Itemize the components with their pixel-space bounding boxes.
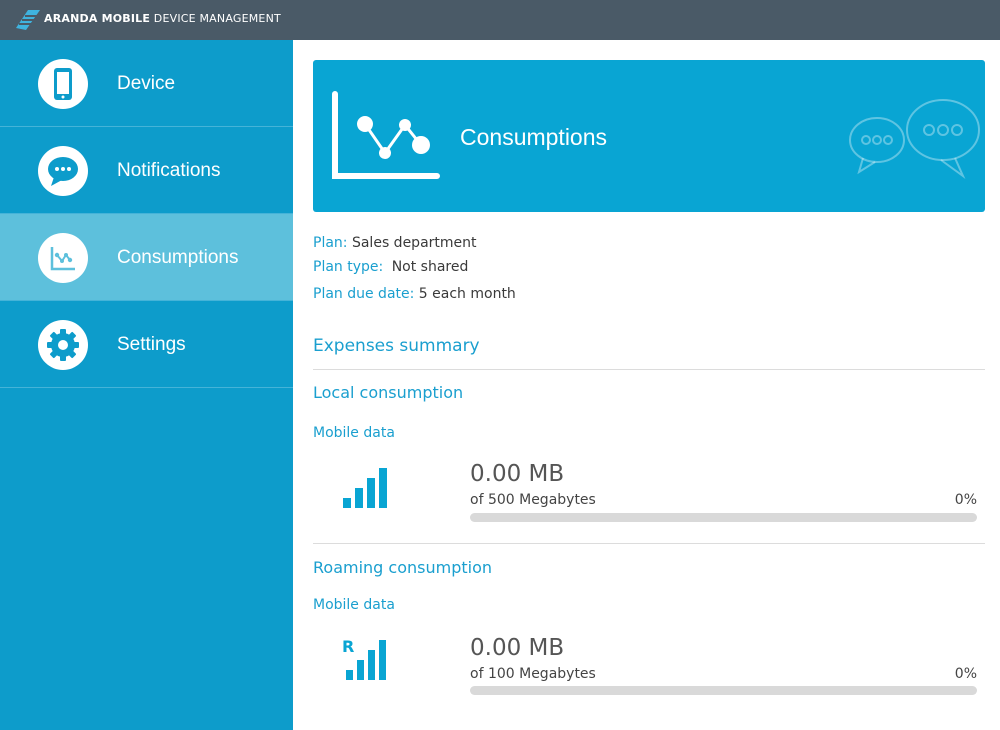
- sidebar-item-label: Notifications: [117, 160, 221, 181]
- top-bar: ARANDA MOBILE DEVICE MANAGEMENT: [0, 0, 1000, 40]
- plan-type-label: Plan type:: [313, 259, 384, 275]
- roaming-mobile-data-label: Mobile data: [313, 597, 395, 613]
- sidebar: Device Notifications Consumptions Settin…: [0, 40, 293, 730]
- roaming-signal-icon: R: [342, 637, 386, 680]
- page-banner: Consumptions: [313, 60, 985, 212]
- line-chart-icon: [50, 247, 75, 271]
- line-chart-icon: [332, 91, 440, 179]
- local-usage-value: 0.00 MB: [470, 461, 565, 487]
- sidebar-item-label: Settings: [117, 334, 186, 355]
- aranda-logo-icon: [16, 10, 40, 30]
- plan-due-date: Plan due date: 5 each month: [313, 286, 516, 302]
- plan-type-value: Not shared: [391, 259, 469, 275]
- roaming-letter: R: [342, 637, 354, 656]
- roaming-usage-progress-bar: [470, 686, 977, 695]
- local-mobile-data-label: Mobile data: [313, 425, 395, 441]
- plan-label: Plan:: [313, 235, 348, 251]
- page-title: Consumptions: [460, 124, 608, 150]
- gear-icon: [47, 329, 79, 361]
- roaming-usage-limit: of 100 Megabytes: [470, 666, 596, 682]
- main-content: Consumptions Plan: Sales department Plan…: [293, 40, 1000, 730]
- roaming-usage-value: 0.00 MB: [470, 635, 565, 661]
- phone-icon: [54, 68, 72, 100]
- plan-name: Plan: Sales department: [313, 235, 477, 251]
- chat-bubble-icon: [48, 157, 78, 186]
- plan-due-label: Plan due date:: [313, 286, 415, 302]
- plan-value: Sales department: [351, 235, 477, 251]
- plan-due-value: 5 each month: [418, 286, 516, 302]
- signal-bars-icon: [343, 468, 387, 508]
- plan-type: Plan type: Not shared: [313, 259, 468, 275]
- local-usage-progress-bar: [470, 513, 977, 522]
- sidebar-item-consumptions[interactable]: Consumptions: [0, 214, 293, 301]
- app-title: ARANDA MOBILE DEVICE MANAGEMENT: [44, 12, 281, 25]
- local-consumption-title: Local consumption: [313, 383, 464, 402]
- local-usage-limit: of 500 Megabytes: [470, 492, 596, 508]
- roaming-consumption-title: Roaming consumption: [313, 558, 492, 577]
- sidebar-item-label: Consumptions: [117, 247, 239, 268]
- divider: [313, 543, 985, 544]
- roaming-usage-percent: 0%: [954, 666, 977, 682]
- expenses-summary-title: Expenses summary: [313, 336, 480, 356]
- sidebar-item-label: Device: [117, 73, 176, 94]
- sidebar-item-device[interactable]: Device: [0, 40, 293, 127]
- local-usage-percent: 0%: [954, 492, 977, 508]
- sidebar-item-notifications[interactable]: Notifications: [0, 127, 293, 214]
- sidebar-item-settings[interactable]: Settings: [0, 301, 293, 388]
- divider: [313, 369, 985, 370]
- speech-bubbles-icon: [849, 99, 980, 180]
